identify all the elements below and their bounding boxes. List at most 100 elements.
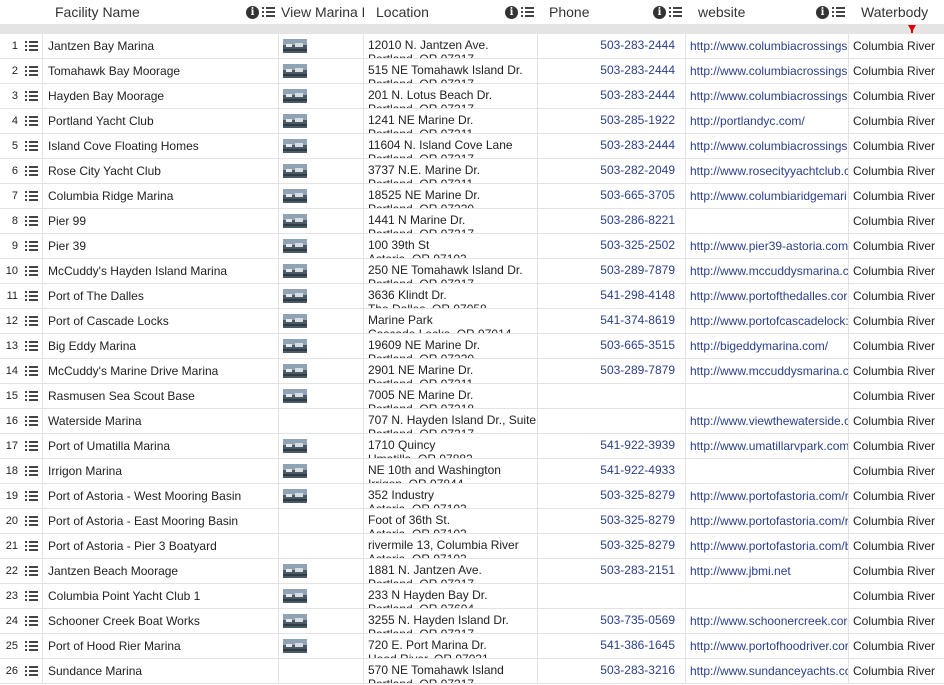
row-menu-cell[interactable] <box>20 209 43 233</box>
row-menu-icon[interactable] <box>24 465 38 477</box>
table-row[interactable]: 22 Jantzen Beach Moorage 1881 N. Jantzen… <box>0 559 944 584</box>
facility-name-cell[interactable]: Port of Astoria - East Mooring Basin <box>43 509 279 533</box>
row-menu-cell[interactable] <box>20 509 43 533</box>
marina-image-cell[interactable] <box>279 609 364 633</box>
waterbody-cell[interactable]: Columbia River <box>849 634 944 658</box>
marina-image-cell[interactable] <box>279 59 364 83</box>
table-row[interactable]: 24 Schooner Creek Boat Works 3255 N. Hay… <box>0 609 944 634</box>
phone-cell[interactable]: 503-735-0569 <box>538 609 686 633</box>
row-menu-cell[interactable] <box>20 409 43 433</box>
phone-cell[interactable]: 503-283-2444 <box>538 84 686 108</box>
location-cell[interactable]: 18525 NE Marine Dr. Portland, OR 97230 <box>364 184 538 208</box>
row-menu-cell[interactable] <box>20 559 43 583</box>
table-row[interactable]: 21 Port of Astoria - Pier 3 Boatyard riv… <box>0 534 944 559</box>
row-menu-icon[interactable] <box>24 140 38 152</box>
marina-image-cell[interactable] <box>279 334 364 358</box>
waterbody-cell[interactable]: Columbia River <box>849 109 944 133</box>
table-row[interactable]: 16 Waterside Marina 707 N. Hayden Island… <box>0 409 944 434</box>
website-link[interactable]: http://www.portofcascadelock: <box>686 309 849 333</box>
column-header-phone[interactable]: Phone i <box>538 0 686 24</box>
marina-image-cell[interactable] <box>279 584 364 608</box>
marina-image-cell[interactable] <box>279 134 364 158</box>
marina-image-cell[interactable] <box>279 109 364 133</box>
website-link[interactable]: http://www.portofthedalles.cor <box>686 284 849 308</box>
facility-name-cell[interactable]: Big Eddy Marina <box>43 334 279 358</box>
marina-image-cell[interactable] <box>279 359 364 383</box>
row-menu-cell[interactable] <box>20 534 43 558</box>
row-menu-cell[interactable] <box>20 159 43 183</box>
row-menu-icon[interactable] <box>24 215 38 227</box>
facility-name-cell[interactable]: McCuddy's Hayden Island Marina <box>43 259 279 283</box>
website-link[interactable]: http://www.pier39-astoria.com <box>686 234 849 258</box>
row-menu-cell[interactable] <box>20 184 43 208</box>
phone-cell[interactable]: 503-283-3216 <box>538 659 686 683</box>
row-menu-icon[interactable] <box>24 490 38 502</box>
location-cell[interactable]: 100 39th St Astoria, OR 97103 <box>364 234 538 258</box>
website-link[interactable]: http://www.mccuddysmarina.c <box>686 359 849 383</box>
column-header-view-marina[interactable]: View Marina D <box>279 0 364 24</box>
column-header-facility-name[interactable]: Facility Name i <box>43 0 279 24</box>
facility-name-cell[interactable]: Port of Umatilla Marina <box>43 434 279 458</box>
marina-thumbnail[interactable] <box>283 264 307 278</box>
website-link[interactable]: http://www.schoonercreek.cor <box>686 609 849 633</box>
waterbody-cell[interactable]: Columbia River <box>849 34 944 58</box>
marina-image-cell[interactable] <box>279 259 364 283</box>
facility-name-cell[interactable]: Sundance Marina <box>43 659 279 683</box>
facility-name-cell[interactable]: Portland Yacht Club <box>43 109 279 133</box>
column-menu-icon[interactable] <box>669 6 682 18</box>
location-cell[interactable]: 720 E. Port Marina Dr. Hood River, OR 97… <box>364 634 538 658</box>
website-link[interactable]: http://www.columbiacrossings <box>686 134 849 158</box>
location-cell[interactable]: 352 Industry Astoria, OR 97103 <box>364 484 538 508</box>
facility-name-cell[interactable]: Columbia Point Yacht Club 1 <box>43 584 279 608</box>
location-cell[interactable]: 2901 NE Marine Dr. Portland, OR 97211 <box>364 359 538 383</box>
phone-cell[interactable]: 541-298-4148 <box>538 284 686 308</box>
row-menu-cell[interactable] <box>20 609 43 633</box>
marina-thumbnail[interactable] <box>283 614 307 628</box>
marina-thumbnail[interactable] <box>283 114 307 128</box>
waterbody-cell[interactable]: Columbia River <box>849 509 944 533</box>
facility-name-cell[interactable]: Port of Cascade Locks <box>43 309 279 333</box>
row-menu-cell[interactable] <box>20 134 43 158</box>
row-menu-cell[interactable] <box>20 309 43 333</box>
location-cell[interactable]: 515 NE Tomahawk Island Dr. Portland, OR … <box>364 59 538 83</box>
table-row[interactable]: 13 Big Eddy Marina 19609 NE Marine Dr. P… <box>0 334 944 359</box>
phone-cell[interactable]: 503-289-7879 <box>538 259 686 283</box>
location-cell[interactable]: 7005 NE Marine Dr. Portland, OR 97218 <box>364 384 538 408</box>
waterbody-cell[interactable]: Columbia River <box>849 334 944 358</box>
row-menu-cell[interactable] <box>20 484 43 508</box>
phone-cell[interactable]: 503-665-3705 <box>538 184 686 208</box>
facility-name-cell[interactable]: Rasmusen Sea Scout Base <box>43 384 279 408</box>
row-menu-icon[interactable] <box>24 40 38 52</box>
phone-cell[interactable]: 503-285-1922 <box>538 109 686 133</box>
facility-name-cell[interactable]: Jantzen Bay Marina <box>43 34 279 58</box>
website-link[interactable] <box>686 384 849 408</box>
table-row[interactable]: 1 Jantzen Bay Marina 12010 N. Jantzen Av… <box>0 34 944 59</box>
website-link[interactable]: http://www.rosecityyachtclub.c <box>686 159 849 183</box>
marina-thumbnail[interactable] <box>283 589 307 603</box>
website-link[interactable]: http://www.portofastoria.com/b <box>686 534 849 558</box>
row-menu-icon[interactable] <box>24 340 38 352</box>
table-row[interactable]: 9 Pier 39 100 39th St Astoria, OR 97103 … <box>0 234 944 259</box>
phone-cell[interactable]: 503-325-8279 <box>538 484 686 508</box>
waterbody-cell[interactable]: Columbia River <box>849 484 944 508</box>
facility-name-cell[interactable]: Pier 99 <box>43 209 279 233</box>
facility-name-cell[interactable]: McCuddy's Marine Drive Marina <box>43 359 279 383</box>
row-menu-cell[interactable] <box>20 109 43 133</box>
waterbody-cell[interactable]: Columbia River <box>849 259 944 283</box>
row-menu-icon[interactable] <box>24 590 38 602</box>
marina-image-cell[interactable] <box>279 34 364 58</box>
row-menu-icon[interactable] <box>24 90 38 102</box>
facility-name-cell[interactable]: Tomahawk Bay Moorage <box>43 59 279 83</box>
marina-thumbnail[interactable] <box>283 89 307 103</box>
waterbody-cell[interactable]: Columbia River <box>849 384 944 408</box>
column-menu-icon[interactable] <box>262 6 275 18</box>
waterbody-cell[interactable]: Columbia River <box>849 534 944 558</box>
website-link[interactable]: http://www.columbiacrossings <box>686 84 849 108</box>
table-row[interactable]: 14 McCuddy's Marine Drive Marina 2901 NE… <box>0 359 944 384</box>
table-row[interactable]: 10 McCuddy's Hayden Island Marina 250 NE… <box>0 259 944 284</box>
table-row[interactable]: 23 Columbia Point Yacht Club 1 233 N Hay… <box>0 584 944 609</box>
waterbody-cell[interactable]: Columbia River <box>849 559 944 583</box>
row-menu-cell[interactable] <box>20 659 43 683</box>
location-cell[interactable]: 250 NE Tomahawk Island Dr. Portland, OR … <box>364 259 538 283</box>
website-link[interactable]: http://www.umatillarvpark.com <box>686 434 849 458</box>
